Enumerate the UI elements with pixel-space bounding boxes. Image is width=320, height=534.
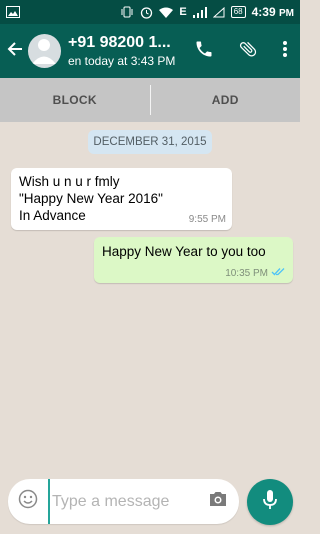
overflow-menu-button[interactable] — [270, 24, 300, 78]
phone-icon — [194, 39, 214, 64]
vibrate-icon — [120, 6, 134, 18]
message-input[interactable] — [48, 479, 188, 524]
back-button[interactable] — [2, 24, 28, 78]
alarm-icon — [140, 6, 153, 19]
outgoing-message[interactable]: Happy New Year to you too 10:35 PM — [94, 237, 293, 283]
block-add-bar: BLOCK ADD — [0, 78, 300, 122]
emoji-button[interactable] — [8, 479, 48, 524]
emoji-icon — [18, 489, 38, 514]
message-text: Happy New Year to you too — [102, 244, 266, 259]
incoming-message[interactable]: Wish u n u r fmly "Happy New Year 2016" … — [11, 168, 232, 230]
signal-icon — [192, 6, 207, 18]
contact-info[interactable]: +91 98200 1... en today at 3:43 PM — [68, 34, 182, 68]
image-notification-icon — [6, 6, 20, 18]
avatar[interactable] — [27, 34, 61, 68]
paperclip-icon — [238, 39, 258, 64]
read-receipt-icon — [271, 267, 285, 279]
voice-call-button[interactable] — [182, 24, 226, 78]
status-time: 4:39 PM — [252, 5, 294, 19]
more-vert-icon — [282, 40, 288, 63]
message-time: 9:55 PM — [188, 214, 226, 225]
status-time-value: 4:39 — [251, 5, 276, 19]
status-time-suffix: PM — [279, 8, 294, 19]
message-time: 10:35 PM — [225, 267, 268, 279]
back-arrow-icon — [7, 41, 23, 62]
attach-button[interactable] — [226, 24, 270, 78]
network-type-label: E — [179, 6, 187, 18]
last-seen-status: en today at 3:43 PM — [67, 54, 176, 68]
signal-outline-icon — [212, 6, 225, 18]
date-separator: DECEMBER 31, 2015 — [88, 130, 212, 154]
wifi-icon — [159, 7, 174, 18]
message-composer — [8, 479, 239, 524]
battery-icon: 68 — [230, 6, 246, 18]
message-meta: 10:35 PM — [225, 267, 285, 279]
add-contact-button[interactable]: ADD — [151, 78, 301, 122]
avatar-icon — [28, 34, 61, 68]
battery-level: 68 — [233, 7, 243, 16]
block-button[interactable]: BLOCK — [0, 78, 150, 122]
voice-message-button[interactable] — [247, 479, 293, 525]
status-bar: E 68 4:39 PM — [0, 0, 300, 24]
mic-icon — [262, 489, 278, 516]
camera-button[interactable] — [197, 479, 239, 524]
contact-name: +91 98200 1... — [67, 34, 171, 51]
camera-icon — [208, 490, 228, 513]
chat-header: +91 98200 1... en today at 3:43 PM — [0, 24, 300, 78]
